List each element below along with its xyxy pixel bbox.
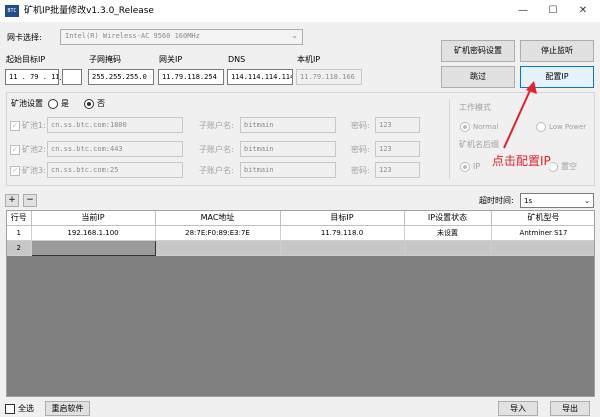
timeout-value: 1s bbox=[524, 197, 533, 205]
col-header-current-ip[interactable]: 当前IP bbox=[31, 211, 156, 226]
col-header-row-no[interactable]: 行号 bbox=[7, 211, 32, 226]
pool1-user-input[interactable]: bitmain bbox=[240, 117, 336, 133]
export-button[interactable]: 导出 bbox=[550, 401, 590, 416]
pool2-checkbox[interactable]: ✓ bbox=[10, 145, 20, 155]
pool-yes-label: 是 bbox=[61, 99, 69, 108]
group-divider bbox=[449, 99, 450, 179]
pool3-checkbox[interactable]: ✓ bbox=[10, 166, 20, 176]
select-all-checkbox[interactable] bbox=[5, 404, 15, 414]
pool3-pwd-input[interactable]: 123 bbox=[375, 162, 420, 178]
pool-no-label: 否 bbox=[97, 99, 105, 108]
add-row-button[interactable]: + bbox=[5, 194, 19, 207]
col-header-mac[interactable]: MAC地址 bbox=[155, 211, 281, 226]
start-ip-label: 起始目标IP bbox=[6, 55, 46, 64]
miner-table: 行号 当前IP MAC地址 目标IP IP设置状态 矿机型号 1 192.168… bbox=[6, 210, 595, 397]
miner-password-button[interactable]: 矿机密码设置 bbox=[441, 40, 515, 62]
timeout-select[interactable]: 1s ⌄ bbox=[520, 193, 594, 208]
table-header-row: 行号 当前IP MAC地址 目标IP IP设置状态 矿机型号 bbox=[7, 211, 594, 226]
pool-settings-label: 矿池设置 bbox=[11, 99, 43, 108]
cell-target-ip[interactable] bbox=[280, 240, 405, 256]
stop-listen-button[interactable]: 停止监听 bbox=[520, 40, 594, 62]
dns-input[interactable]: 114.114.114.114 bbox=[227, 69, 293, 85]
chevron-down-icon: ⌄ bbox=[584, 197, 590, 205]
close-button[interactable]: ✕ bbox=[568, 0, 598, 22]
pool2-user-label: 子账户名: bbox=[199, 145, 234, 154]
suffix-empty-label: 置空 bbox=[561, 162, 577, 171]
minimize-button[interactable]: — bbox=[508, 0, 538, 22]
pool2-user-input[interactable]: bitmain bbox=[240, 141, 336, 157]
timeout-label: 超时时间: bbox=[479, 196, 514, 205]
select-all-label: 全选 bbox=[18, 404, 34, 413]
pool1-pwd-input[interactable]: 123 bbox=[375, 117, 420, 133]
app-icon: BTC bbox=[5, 5, 19, 17]
cell-ip-status[interactable] bbox=[404, 240, 492, 256]
pool1-user-label: 子账户名: bbox=[199, 121, 234, 130]
table-row[interactable]: 1 192.168.1.100 28:7E:F0:89:E3:7E 11.79.… bbox=[7, 225, 594, 241]
pool1-checkbox[interactable]: ✓ bbox=[10, 121, 20, 131]
cell-miner-model[interactable]: Antminer S17 bbox=[491, 225, 594, 241]
col-header-target-ip[interactable]: 目标IP bbox=[280, 211, 405, 226]
pool2-pwd-label: 密码: bbox=[351, 145, 370, 154]
start-ip-last-octet-input[interactable] bbox=[62, 69, 82, 85]
window-title: 矿机IP批量修改v1.3.0_Release bbox=[24, 6, 154, 16]
start-ip-prefix-input[interactable]: 11 . 79 . 118 bbox=[5, 69, 59, 85]
table-row[interactable]: 2 bbox=[7, 239, 594, 256]
cell-row-no: 2 bbox=[7, 240, 32, 256]
cell-mac[interactable]: 28:7E:F0:89:E3:7E bbox=[155, 225, 281, 241]
suffix-ip-radio[interactable] bbox=[460, 162, 470, 172]
restart-button[interactable]: 重启软件 bbox=[45, 401, 90, 416]
cell-row-no: 1 bbox=[7, 225, 32, 241]
import-button[interactable]: 导入 bbox=[498, 401, 538, 416]
work-mode-label: 工作模式 bbox=[459, 103, 491, 112]
cell-target-ip[interactable]: 11.79.118.0 bbox=[280, 225, 405, 241]
mask-label: 子网掩码 bbox=[89, 55, 121, 64]
annotation-text: 点击配置IP bbox=[492, 153, 551, 169]
remove-row-button[interactable]: − bbox=[23, 194, 37, 207]
pool3-user-label: 子账户名: bbox=[199, 166, 234, 175]
pool3-pwd-label: 密码: bbox=[351, 166, 370, 175]
nic-select[interactable]: Intel(R) Wireless-AC 9560 160MHz ⌄ bbox=[60, 29, 303, 45]
chevron-down-icon: ⌄ bbox=[291, 31, 298, 40]
local-ip-label: 本机IP bbox=[297, 55, 321, 64]
cell-current-ip[interactable]: 192.168.1.100 bbox=[31, 225, 156, 241]
pool-yes-radio[interactable] bbox=[48, 99, 58, 109]
mode-normal-radio[interactable] bbox=[460, 122, 470, 132]
pool3-label: 矿池3: bbox=[22, 166, 46, 175]
pool3-user-input[interactable]: bitmain bbox=[240, 162, 336, 178]
pool2-url-input[interactable]: cn.ss.btc.com:443 bbox=[47, 141, 183, 157]
annotation-arrow-icon bbox=[503, 81, 537, 149]
pool1-label: 矿池1: bbox=[22, 121, 46, 130]
title-bar: BTC 矿机IP批量修改v1.3.0_Release — ☐ ✕ bbox=[0, 0, 600, 22]
cell-ip-status[interactable]: 未设置 bbox=[404, 225, 492, 241]
gateway-input[interactable]: 11.79.118.254 bbox=[158, 69, 224, 85]
subnet-mask-input[interactable]: 255.255.255.0 bbox=[88, 69, 154, 85]
col-header-ip-status[interactable]: IP设置状态 bbox=[404, 211, 492, 226]
pool3-url-input[interactable]: cn.ss.btc.com:25 bbox=[47, 162, 183, 178]
cell-miner-model[interactable] bbox=[491, 240, 594, 256]
mode-low-power-label: Low Power bbox=[549, 123, 587, 131]
maximize-button[interactable]: ☐ bbox=[538, 0, 568, 22]
cell-current-ip[interactable] bbox=[30, 239, 156, 256]
pool1-url-input[interactable]: cn.ss.btc.com:1800 bbox=[47, 117, 183, 133]
pool2-pwd-input[interactable]: 123 bbox=[375, 141, 420, 157]
pool2-label: 矿池2: bbox=[22, 145, 46, 154]
nic-select-value: Intel(R) Wireless-AC 9560 160MHz bbox=[65, 32, 200, 40]
pool1-pwd-label: 密码: bbox=[351, 121, 370, 130]
nic-label: 网卡选择: bbox=[7, 33, 42, 42]
pool-no-radio[interactable] bbox=[84, 99, 94, 109]
dns-label: DNS bbox=[228, 55, 246, 64]
cell-mac[interactable] bbox=[155, 240, 281, 256]
suffix-ip-label: IP bbox=[473, 162, 481, 171]
local-ip-field: 11.79.118.166 bbox=[296, 69, 362, 85]
col-header-miner-model[interactable]: 矿机型号 bbox=[491, 211, 594, 226]
gateway-label: 网关IP bbox=[159, 55, 183, 64]
